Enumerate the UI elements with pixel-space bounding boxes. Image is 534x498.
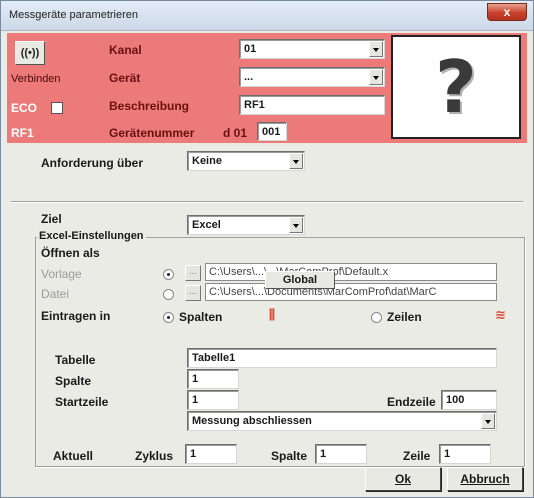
chevron-down-icon bbox=[369, 41, 383, 57]
cancel-button[interactable]: Abbruch bbox=[447, 467, 523, 491]
kanal-value: 01 bbox=[244, 43, 257, 55]
spalten-radio[interactable] bbox=[163, 312, 174, 323]
connect-icon-button[interactable]: ((•)) bbox=[15, 41, 45, 65]
current-spalte-input[interactable]: 1 bbox=[315, 444, 367, 464]
startzeile-input[interactable]: 1 bbox=[187, 390, 239, 410]
chevron-down-icon bbox=[481, 413, 495, 429]
chevron-down-icon bbox=[289, 217, 303, 233]
geraetenummer-prefix: d 01 bbox=[223, 126, 248, 140]
action-value: Messung abschliessen bbox=[192, 415, 312, 427]
vorlage-browse-button[interactable]: ... bbox=[185, 265, 201, 281]
eco-checkbox[interactable] bbox=[51, 102, 63, 114]
dialog-body: ((•)) Verbinden ECO RF1 Kanal 01 Gerät .… bbox=[7, 33, 527, 493]
vorlage-label: Vorlage bbox=[41, 267, 82, 281]
zyklus-input[interactable]: 1 bbox=[185, 444, 237, 464]
zyklus-label: Zyklus bbox=[135, 449, 174, 463]
geraetenummer-label: Gerätenummer bbox=[109, 126, 195, 140]
tabelle-label: Tabelle bbox=[55, 353, 96, 367]
excel-group-title: Excel-Einstellungen bbox=[37, 230, 146, 242]
close-icon: x bbox=[503, 5, 511, 19]
geraet-select[interactable]: ... bbox=[239, 67, 385, 87]
geraet-value: ... bbox=[244, 71, 254, 83]
request-value: Keine bbox=[192, 155, 222, 167]
current-spalte-label: Spalte bbox=[271, 449, 308, 463]
title-bar: Messgeräte parametrieren x bbox=[1, 1, 533, 31]
eco-label: ECO bbox=[11, 101, 38, 115]
datei-label: Datei bbox=[41, 287, 70, 301]
global-button[interactable]: Global bbox=[265, 271, 335, 289]
question-mark-icon: ? bbox=[435, 45, 477, 129]
spalte-input[interactable]: 1 bbox=[187, 369, 239, 389]
target-label: Ziel bbox=[41, 212, 62, 226]
wireless-icon: ((•)) bbox=[20, 47, 40, 59]
connect-label: Verbinden bbox=[11, 73, 61, 85]
rf-label: RF1 bbox=[11, 126, 34, 140]
chevron-down-icon bbox=[289, 153, 303, 169]
geraetenummer-input[interactable]: 001 bbox=[257, 122, 287, 141]
beschreibung-label: Beschreibung bbox=[109, 99, 190, 113]
kanal-label: Kanal bbox=[109, 43, 142, 57]
close-button[interactable]: x bbox=[487, 3, 527, 21]
datei-path-field[interactable]: C:\Users\...\Documents\MarComProf\dat\Ma… bbox=[205, 283, 497, 301]
current-zeile-label: Zeile bbox=[403, 449, 431, 463]
kanal-select[interactable]: 01 bbox=[239, 39, 385, 59]
ok-label: Ok bbox=[394, 472, 411, 486]
datei-browse-button[interactable]: ... bbox=[185, 285, 201, 301]
action-select[interactable]: Messung abschliessen bbox=[187, 411, 497, 431]
cancel-label: Abbruch bbox=[460, 472, 510, 486]
geraet-label: Gerät bbox=[109, 71, 141, 85]
divider bbox=[11, 201, 523, 203]
zeilen-radio[interactable] bbox=[371, 312, 382, 323]
request-select[interactable]: Keine bbox=[187, 151, 305, 171]
device-panel: ((•)) Verbinden ECO RF1 Kanal 01 Gerät .… bbox=[7, 33, 527, 143]
columns-icon: ⫼ bbox=[269, 307, 275, 322]
dialog-window: Messgeräte parametrieren x ((•)) Verbind… bbox=[0, 0, 534, 498]
spalten-label: Spalten bbox=[179, 310, 223, 324]
eintragen-label: Eintragen in bbox=[41, 309, 111, 323]
rows-icon: ≋ bbox=[495, 307, 506, 322]
ok-button[interactable]: Ok bbox=[365, 467, 441, 491]
beschreibung-input[interactable]: RF1 bbox=[239, 95, 385, 115]
tabelle-input[interactable]: Tabelle1 bbox=[187, 348, 497, 368]
endzeile-input[interactable]: 100 bbox=[441, 390, 497, 410]
endzeile-label: Endzeile bbox=[387, 395, 436, 409]
datei-radio[interactable] bbox=[163, 289, 174, 300]
startzeile-label: Startzeile bbox=[55, 395, 109, 409]
device-image: ? bbox=[391, 35, 521, 139]
open-as-label: Öffnen als bbox=[41, 246, 100, 260]
vorlage-path-field[interactable]: C:\Users\...\...\MarComProf\Default.x bbox=[205, 263, 497, 281]
request-label: Anforderung über bbox=[41, 156, 143, 170]
target-select[interactable]: Excel bbox=[187, 215, 305, 235]
window-title: Messgeräte parametrieren bbox=[9, 9, 139, 21]
spalte-label: Spalte bbox=[55, 374, 92, 388]
aktuell-label: Aktuell bbox=[53, 449, 94, 463]
vorlage-radio[interactable] bbox=[163, 269, 174, 280]
zeilen-label: Zeilen bbox=[387, 310, 422, 324]
chevron-down-icon bbox=[369, 69, 383, 85]
target-value: Excel bbox=[192, 219, 221, 231]
current-zeile-input[interactable]: 1 bbox=[439, 444, 491, 464]
